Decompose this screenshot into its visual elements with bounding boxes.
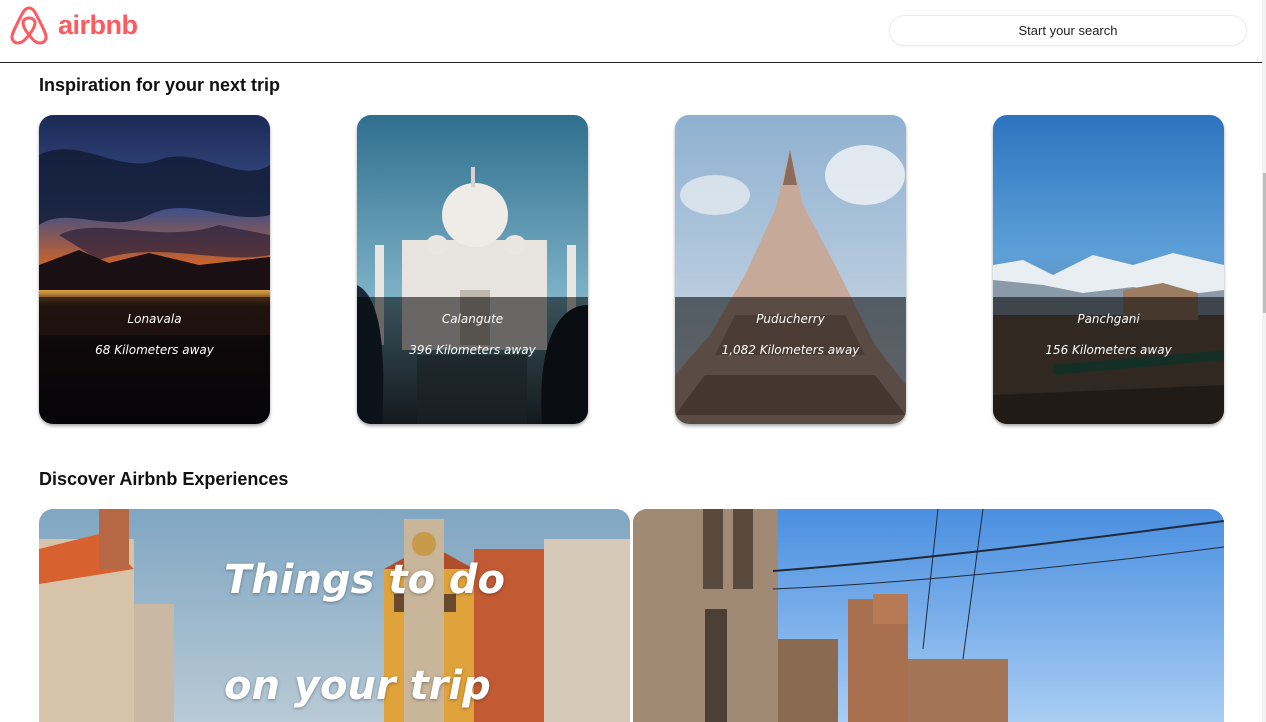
experience-headline-line-2: on your trip — [224, 663, 491, 709]
logo-text: airbnb — [58, 9, 138, 40]
card-distance: 68 Kilometers away — [95, 343, 214, 357]
site-header: airbnb Start your search — [0, 0, 1262, 63]
experience-headline-line-1: Things to do — [224, 557, 505, 603]
page-scrollbar[interactable] — [1262, 0, 1266, 722]
search-input[interactable]: Start your search — [889, 15, 1247, 46]
card-title: Calangute — [441, 312, 504, 326]
inspiration-heading: Inspiration for your next trip — [39, 75, 281, 95]
card-distance: 1,082 Kilometers away — [721, 343, 860, 357]
card-distance: 156 Kilometers away — [1045, 343, 1172, 357]
experience-card-things-to-do[interactable]: Things to do on your trip — [39, 509, 630, 722]
card-title: Panchgani — [1077, 312, 1140, 326]
card-title: Lonavala — [127, 312, 182, 326]
airbnb-logo-icon — [10, 6, 48, 45]
airbnb-logo[interactable]: airbnb — [8, 4, 138, 46]
experiences-heading: Discover Airbnb Experiences — [39, 469, 289, 489]
experience-street-image — [633, 509, 1224, 722]
card-distance: 396 Kilometers away — [409, 343, 536, 357]
destination-card-lonavala[interactable]: Lonavala 68 Kilometers away — [39, 115, 270, 424]
card-title: Puducherry — [756, 312, 825, 326]
destination-card-panchgani[interactable]: Panchgani 156 Kilometers away — [993, 115, 1224, 424]
destination-card-puducherry[interactable]: Puducherry 1,082 Kilometers away — [675, 115, 906, 424]
experience-card-online[interactable] — [633, 509, 1224, 722]
destination-card-calangute[interactable]: Calangute 396 Kilometers away — [357, 115, 588, 424]
